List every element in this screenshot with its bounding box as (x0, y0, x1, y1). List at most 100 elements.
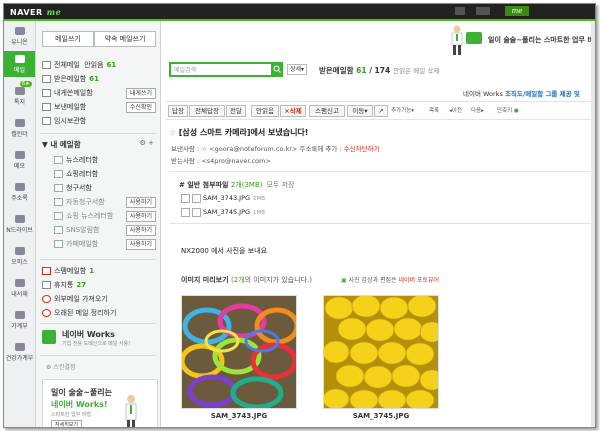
window-icon[interactable] (476, 7, 490, 15)
home-icon[interactable] (455, 7, 465, 15)
health-icon (14, 343, 25, 351)
naver-works-promo[interactable]: 네이버 Works 기업 전용 도메인으로 메일 사용! (42, 328, 154, 350)
ad-details-button[interactable]: 자세히보기 (51, 420, 83, 427)
shortcut-button[interactable]: 단축키 ● (497, 106, 519, 114)
more-options-button[interactable]: ↗ (374, 105, 388, 117)
rail-item-household[interactable]: 가계부 (4, 307, 35, 333)
sidebar-folder[interactable]: 쇼핑레터함 (54, 169, 156, 180)
sidebar-item-sent[interactable]: 보낸메일함 수신확인 (42, 102, 156, 113)
works-ticker[interactable]: 네이버 Works 조직도/메일함 그룹 제공 및 (463, 88, 580, 98)
block-sender-link[interactable]: 수신차단하기 (344, 145, 380, 153)
scrollbar[interactable] (591, 21, 595, 427)
download-icon[interactable] (181, 193, 190, 203)
ticker-prefix: 네이버 Works (463, 90, 503, 98)
sidebar-folder[interactable]: 쇼핑 뉴스레터함 사용하기 (54, 211, 156, 222)
skin-settings-link[interactable]: ⚙ 스킨결정 (46, 362, 75, 371)
extra-functions-menu[interactable]: 추가기능▾ (391, 106, 414, 114)
rail-item-union[interactable]: 유니온 (4, 23, 35, 49)
sidebar-item-all-mail[interactable]: 전체메일 안읽음 61 (42, 60, 156, 71)
to-address[interactable]: <s4pro@naver.com> (201, 157, 271, 165)
mark-unread-button[interactable]: 안읽음 (251, 105, 279, 117)
unread-filter[interactable]: 안읽음 (84, 61, 103, 69)
photo-viewer-link[interactable]: 네이버 포토뷰어 (398, 277, 439, 284)
search-button[interactable] (271, 62, 283, 77)
rail-label: 주소록 (11, 195, 28, 202)
my-folders-heading[interactable]: ▼ 내 메일함 (42, 139, 81, 150)
download-icon[interactable] (181, 207, 190, 217)
works-ad-banner[interactable]: 일이 술술~풀리는 네이버 Works! 스마트한 업무 비법 자세히보기 (42, 379, 158, 427)
rail-item-calendar[interactable]: 캘린더 (4, 115, 35, 141)
naver-me-logo[interactable]: NAVER me (10, 7, 61, 17)
rail-item-health[interactable]: 건강가계부 (4, 339, 35, 365)
star-icon[interactable]: ☆ (169, 128, 179, 137)
enable-folder-button[interactable]: 사용하기 (125, 225, 156, 236)
sidebar-folder[interactable]: 카페메일함 사용하기 (54, 239, 156, 250)
save-all-link[interactable]: 모두 저장 (266, 181, 294, 189)
rail-item-contacts[interactable]: 주소록 (4, 179, 35, 205)
ad-line2: 네이버 Works! (51, 400, 108, 409)
move-button[interactable]: 이동▾ (347, 105, 373, 117)
ticker-text: 조직도/메일함 그룹 제공 및 (504, 90, 580, 98)
sidebar-item-spam[interactable]: 스팸메일함 1 (42, 266, 156, 277)
enable-folder-button[interactable]: 사용하기 (125, 197, 156, 208)
settings-gear-icon[interactable]: ⚙ + (140, 139, 154, 147)
rail-item-office[interactable]: 오피스 (4, 243, 35, 269)
sidebar-folder[interactable]: 자동청구서함 사용하기 (54, 197, 156, 208)
ndrive-save-icon[interactable] (192, 207, 201, 217)
sidebar-folder[interactable]: SNS알림함 사용하기 (54, 225, 156, 236)
image-thumbnail[interactable] (181, 295, 297, 409)
detail-search-button[interactable]: 상세▾ (287, 64, 308, 75)
list-button[interactable]: 목록 (429, 106, 439, 114)
mail-search-input[interactable]: 메일검색 (169, 62, 275, 77)
toggle-on-icon: ● (512, 108, 519, 114)
image-preview-heading: 이미지 미리보기 (2개의 이미지가 있습니다.) (181, 275, 312, 285)
sidebar-folder[interactable]: 청구서함 (54, 183, 156, 194)
sidebar-item-temp[interactable]: 임시보관함 (42, 116, 156, 127)
delete-unread-link[interactable]: 안읽은 메일 삭제 (393, 67, 439, 75)
reply-button[interactable]: 답장 (168, 105, 188, 117)
reply-all-button[interactable]: 전체답장 (189, 105, 225, 117)
rail-item-library[interactable]: 내서재 (4, 275, 35, 301)
works-top-banner[interactable]: 일이 술술~풀리는 스마트한 업무 비법 (436, 23, 595, 57)
folder-icon (54, 198, 63, 206)
enable-folder-button[interactable]: 사용하기 (125, 239, 156, 250)
rail-item-ndrive[interactable]: N드라이브 (4, 211, 35, 237)
attachment-file[interactable]: SAM_3745.JPG 1MB (181, 207, 265, 218)
image-thumbnail[interactable] (323, 295, 439, 409)
folder-icon (54, 240, 63, 248)
sidebar-item-external[interactable]: 외부메일 가져오기 (42, 294, 156, 305)
file-size: 2MB (253, 196, 266, 202)
me-tab[interactable]: me (505, 6, 529, 16)
compose-button[interactable]: 메일쓰기 (42, 31, 94, 47)
delete-button[interactable]: ×삭제 (280, 105, 306, 117)
inbox-unread-count: 61 (356, 66, 367, 75)
enable-folder-button[interactable]: 사용하기 (125, 211, 156, 222)
attachment-file[interactable]: SAM_3743.JPG 2MB (181, 193, 265, 204)
sidebar-folder[interactable]: 뉴스레터함 (54, 155, 156, 166)
divider (169, 171, 595, 172)
divider (40, 259, 156, 260)
add-contact-label[interactable]: 주소록에 추가 : (299, 145, 341, 153)
sidebar-item-cleanup[interactable]: 오래된 메일 정리하기 (42, 308, 156, 319)
sidebar-item-to-me[interactable]: 내게쓴메일함 내게쓰기 (42, 88, 156, 99)
report-spam-button[interactable]: 스팸신고 (309, 105, 345, 117)
read-receipt-button[interactable]: 수신확인 (125, 102, 156, 113)
prev-button[interactable]: ◂이전 (449, 106, 462, 114)
write-to-me-button[interactable]: 내게쓰기 (125, 88, 156, 99)
thumbnail-caption[interactable]: SAM_3743.JPG (181, 412, 297, 420)
divider (40, 323, 156, 324)
next-button[interactable]: 다음▸ (471, 106, 484, 114)
wallet-icon (14, 311, 25, 319)
from-address[interactable]: <goora@noteforum.co.kr> (209, 145, 297, 153)
folder-label: 카페메일함 (66, 240, 99, 248)
colorful-rope-coils-image (182, 296, 296, 408)
thumbnail-caption[interactable]: SAM_3745.JPG (323, 412, 439, 420)
ndrive-save-icon[interactable] (192, 193, 201, 203)
forward-button[interactable]: 전달 (226, 105, 246, 117)
sidebar-item-trash[interactable]: 휴지통 27 (42, 280, 156, 291)
reserve-compose-button[interactable]: 약속 메일쓰기 (94, 31, 156, 47)
rail-item-talk[interactable]: 6★ 톡지 (4, 81, 35, 109)
sidebar-item-inbox[interactable]: 받은메일함 61 (42, 74, 156, 85)
rail-item-memo[interactable]: 메모 (4, 147, 35, 173)
rail-item-mail[interactable]: 메일 (4, 51, 35, 77)
